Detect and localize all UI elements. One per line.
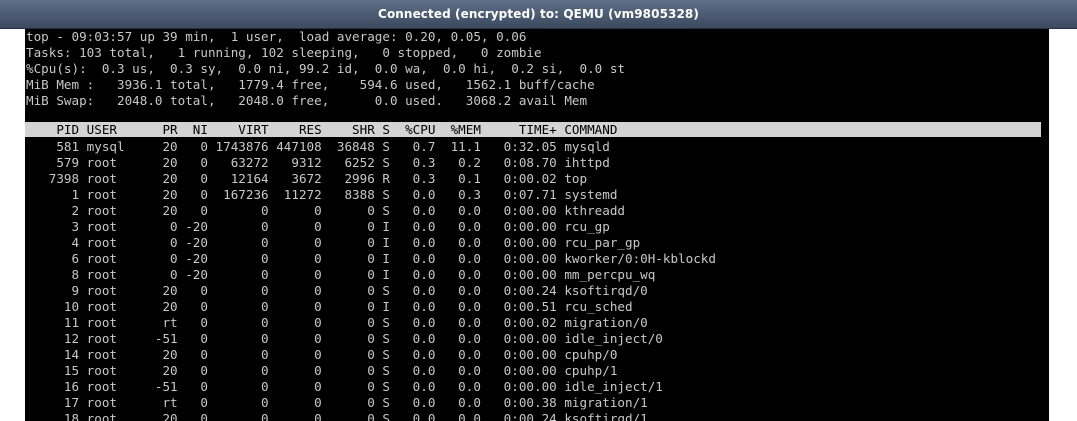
process-row: 1 root 20 0 167236 11272 8388 S 0.0 0.3 …: [26, 187, 618, 202]
process-row: 7398 root 20 0 12164 3672 2996 R 0.3 0.1…: [26, 171, 588, 186]
left-margin: [0, 29, 25, 421]
process-row: 3 root 0 -20 0 0 0 I 0.0 0.0 0:00.00 rcu…: [26, 219, 610, 234]
process-row: 18 root 20 0 0 0 0 S 0.0 0.0 0:00.24 kso…: [26, 411, 648, 421]
process-row: 14 root 20 0 0 0 0 S 0.0 0.0 0:00.00 cpu…: [26, 347, 618, 362]
process-row: 11 root rt 0 0 0 0 S 0.0 0.0 0:00.02 mig…: [26, 315, 648, 330]
top-tasks-line: Tasks: 103 total, 1 running, 102 sleepin…: [26, 45, 542, 60]
process-row: 15 root 20 0 0 0 0 S 0.0 0.0 0:00.00 cpu…: [26, 363, 618, 378]
process-row: 581 mysql 20 0 1743876 447108 36848 S 0.…: [26, 139, 610, 154]
process-row: 17 root rt 0 0 0 0 S 0.0 0.0 0:00.38 mig…: [26, 395, 648, 410]
top-cpu-line: %Cpu(s): 0.3 us, 0.3 sy, 0.0 ni, 99.2 id…: [26, 61, 625, 76]
right-margin: [1049, 29, 1077, 421]
process-row: 6 root 0 -20 0 0 0 I 0.0 0.0 0:00.00 kwo…: [26, 251, 716, 266]
window-titlebar: Connected (encrypted) to: QEMU (vm980532…: [0, 0, 1077, 29]
window-title: Connected (encrypted) to: QEMU (vm980532…: [378, 7, 699, 21]
process-row: 16 root -51 0 0 0 0 S 0.0 0.0 0:00.00 id…: [26, 379, 663, 394]
process-row: 8 root 0 -20 0 0 0 I 0.0 0.0 0:00.00 mm_…: [26, 267, 656, 282]
top-swap-line: MiB Swap: 2048.0 total, 2048.0 free, 0.0…: [26, 93, 588, 108]
process-row: 579 root 20 0 63272 9312 6252 S 0.3 0.2 …: [26, 155, 610, 170]
terminal-screen[interactable]: top - 09:03:57 up 39 min, 1 user, load a…: [25, 29, 1049, 421]
process-table-header: PID USER PR NI VIRT RES SHR S %CPU %MEM …: [25, 122, 1041, 137]
top-uptime-line: top - 09:03:57 up 39 min, 1 user, load a…: [26, 29, 527, 44]
process-row: 9 root 20 0 0 0 0 S 0.0 0.0 0:00.24 ksof…: [26, 283, 648, 298]
process-row: 2 root 20 0 0 0 0 S 0.0 0.0 0:00.00 kthr…: [26, 203, 625, 218]
top-mem-line: MiB Mem : 3936.1 total, 1779.4 free, 594…: [26, 77, 595, 92]
process-row: 12 root -51 0 0 0 0 S 0.0 0.0 0:00.00 id…: [26, 331, 663, 346]
process-row: 4 root 0 -20 0 0 0 I 0.0 0.0 0:00.00 rcu…: [26, 235, 641, 250]
process-row: 10 root 20 0 0 0 0 I 0.0 0.0 0:00.51 rcu…: [26, 299, 633, 314]
